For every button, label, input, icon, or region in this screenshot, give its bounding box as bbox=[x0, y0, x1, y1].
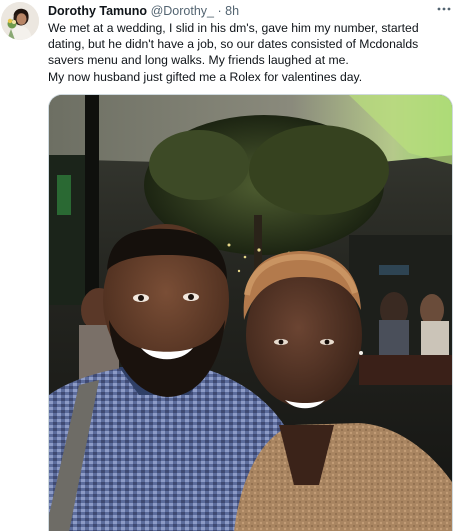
avatar-image bbox=[1, 2, 39, 40]
more-options-button[interactable] bbox=[436, 2, 452, 16]
tweet-text: We met at a wedding, I slid in his dm's,… bbox=[48, 20, 452, 85]
tweet-card[interactable]: Dorothy Tamuno @Dorothy_ · 8h We met at … bbox=[0, 0, 456, 531]
header-separator: · bbox=[217, 4, 222, 18]
tweet-text-line: dating, but he didn't have a job, so our… bbox=[48, 37, 419, 52]
tweet-photo[interactable] bbox=[48, 94, 453, 531]
tweet-text-line: My now husband just gifted me a Rolex fo… bbox=[48, 69, 363, 84]
tweet-timestamp[interactable]: 8h bbox=[225, 4, 239, 18]
tweet-text-line: We met at a wedding, I slid in his dm's,… bbox=[48, 21, 419, 35]
avatar[interactable] bbox=[1, 2, 39, 40]
author-handle[interactable]: @Dorothy_ bbox=[151, 4, 214, 18]
tweet-header: Dorothy Tamuno @Dorothy_ · 8h bbox=[48, 3, 239, 21]
author-name[interactable]: Dorothy Tamuno bbox=[48, 4, 147, 18]
more-horizontal-icon bbox=[437, 7, 451, 11]
couple-photo bbox=[49, 95, 452, 531]
tweet-text-line: savers menu and long walks. My friends l… bbox=[48, 53, 349, 68]
